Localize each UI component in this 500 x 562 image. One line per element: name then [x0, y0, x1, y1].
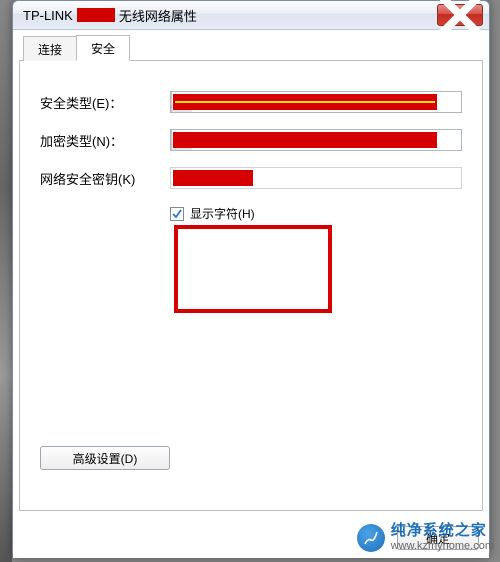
label-encryption-type: 加密类型(N)： — [40, 131, 170, 150]
tab-connection[interactable]: 连接 — [23, 36, 77, 61]
titlebar[interactable]: TP-LINK 无线网络属性 — [13, 1, 489, 30]
title-prefix: TP-LINK — [23, 8, 73, 23]
title-suffix: 无线网络属性 — [119, 6, 197, 25]
row-network-key: 网络安全密钥(K) — [40, 167, 462, 189]
label-network-key: 网络安全密钥(K) — [40, 169, 170, 188]
advanced-settings-button[interactable]: 高级设置(D) — [40, 446, 170, 470]
redacted-ssid — [77, 8, 115, 22]
wifi-properties-window: TP-LINK 无线网络属性 连接 安全 安全类型(E)： — [12, 0, 490, 558]
security-type-combo[interactable] — [170, 91, 462, 113]
ok-button[interactable]: 确定 — [397, 526, 479, 550]
tabstrip: 连接 安全 — [19, 36, 483, 61]
tab-security[interactable]: 安全 — [76, 35, 130, 61]
row-security-type: 安全类型(E)： — [40, 91, 462, 113]
show-characters-checkbox[interactable] — [170, 207, 184, 221]
row-show-characters: 显示字符(H) — [170, 205, 462, 222]
annotation-highlight — [174, 225, 332, 313]
show-characters-label: 显示字符(H) — [190, 205, 255, 222]
network-key-input[interactable] — [170, 167, 462, 189]
encryption-type-combo[interactable] — [170, 129, 462, 151]
close-button[interactable] — [437, 4, 483, 26]
redacted-value — [173, 132, 437, 148]
label-security-type: 安全类型(E)： — [40, 93, 170, 112]
redacted-value — [173, 94, 437, 110]
check-icon — [172, 209, 182, 219]
redacted-password — [173, 170, 253, 186]
row-encryption-type: 加密类型(N)： — [40, 129, 462, 151]
window-title: TP-LINK 无线网络属性 — [23, 6, 437, 25]
tab-content-security: 安全类型(E)： 加密类型(N)： 网络安全密钥(K — [19, 61, 483, 511]
client-area: 连接 安全 安全类型(E)： 加密类型(N)： — [13, 30, 489, 558]
